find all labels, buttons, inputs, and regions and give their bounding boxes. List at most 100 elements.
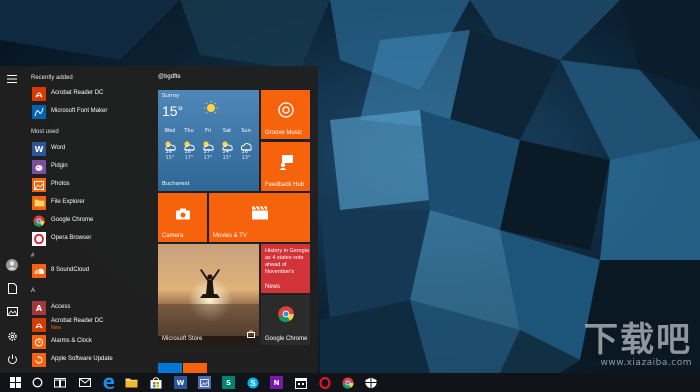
store-icon[interactable] bbox=[149, 376, 162, 389]
partly-cloudy-icon bbox=[160, 136, 180, 151]
app-item-acrobat-reader[interactable]: Acrobat Reader DC bbox=[30, 86, 150, 103]
news-headline: History in Georgia as 4 states vote ahea… bbox=[265, 248, 310, 275]
app-label: Opera Browser bbox=[51, 235, 92, 241]
forecast-low: 15° bbox=[222, 155, 232, 161]
tiles-panel: @bgdfte Sunny 15° Wed 26° 15° Thu 28° 17… bbox=[152, 66, 318, 373]
opera-icon[interactable] bbox=[318, 376, 331, 389]
watermark: 下载吧 www.xiazaiba.com bbox=[584, 322, 692, 368]
app-item-font-maker[interactable]: Microsoft Font Maker bbox=[30, 104, 150, 121]
app-item-opera[interactable]: Opera Browser bbox=[30, 231, 150, 248]
app-item-pidgin[interactable]: Pidgin bbox=[30, 159, 150, 176]
forecast-day-name: Wed bbox=[164, 128, 176, 134]
chrome-icon[interactable] bbox=[341, 376, 354, 389]
forecast-low: 15° bbox=[165, 155, 175, 161]
power-icon[interactable] bbox=[5, 354, 19, 368]
app-item-file-explorer[interactable]: File Explorer bbox=[30, 195, 150, 212]
weather-temperature: 15° bbox=[162, 103, 184, 119]
app-label: Google Chrome bbox=[51, 217, 94, 223]
app-label: Microsoft Font Maker bbox=[51, 108, 108, 114]
photos-icon[interactable] bbox=[198, 376, 211, 389]
pictures-icon[interactable] bbox=[5, 307, 19, 321]
forecast-day-name: Fri bbox=[205, 128, 211, 134]
file-explorer-icon[interactable] bbox=[125, 376, 138, 389]
tile-label: Google Chrome bbox=[265, 336, 308, 342]
new-badge: New bbox=[51, 325, 62, 331]
word-icon[interactable]: W bbox=[174, 376, 187, 389]
start-menu: Recently added Acrobat Reader DC Microso… bbox=[0, 66, 318, 373]
tile-groove-music[interactable]: Groove Music bbox=[261, 90, 310, 139]
app-item-photos[interactable]: Photos bbox=[30, 177, 150, 194]
hamburger-menu-icon[interactable] bbox=[5, 74, 19, 88]
app-item-google-chrome[interactable]: Google Chrome bbox=[30, 213, 150, 230]
font-maker-icon bbox=[32, 105, 46, 119]
yoga-sunset-image bbox=[158, 244, 259, 345]
tile-camera[interactable]: Camera bbox=[158, 193, 207, 242]
partly-cloudy-icon bbox=[198, 136, 218, 151]
feedback-hub-icon bbox=[278, 154, 294, 174]
forecast-low: 17° bbox=[203, 155, 213, 161]
forecast-day: Wed 26° 15° bbox=[160, 128, 180, 161]
apple-update-icon bbox=[32, 353, 46, 367]
app-item-apple-software-update[interactable]: Apple Software Update bbox=[30, 352, 150, 369]
app-label: Apple Software Update bbox=[51, 356, 113, 362]
documents-icon[interactable] bbox=[5, 283, 19, 297]
skype-icon[interactable]: S bbox=[246, 376, 259, 389]
tile-label: Groove Music bbox=[265, 130, 303, 136]
watermark-logo-text: 下载吧 bbox=[584, 320, 692, 360]
tile-weather[interactable]: Sunny 15° Wed 26° 15° Thu 28° 17° Fri 27… bbox=[158, 90, 259, 191]
tile-news[interactable]: History in Georgia as 4 states vote ahea… bbox=[261, 244, 310, 293]
sun-icon bbox=[203, 100, 225, 114]
forecast-day: Sun 26° 13° bbox=[236, 128, 256, 161]
tile-label: News bbox=[265, 284, 281, 290]
section-a[interactable]: A bbox=[31, 288, 35, 294]
tile-group-name[interactable]: @bgdfte bbox=[158, 74, 181, 80]
app-label: Pidgin bbox=[51, 163, 68, 169]
app-item-alarms-clock[interactable]: Alarms & Clock bbox=[30, 334, 150, 351]
acrobat-icon bbox=[32, 87, 46, 101]
tile-movies-tv[interactable]: Movies & TV bbox=[209, 193, 310, 242]
settings-gear-icon[interactable] bbox=[5, 331, 19, 345]
app-label: Acrobat Reader DC bbox=[51, 90, 104, 96]
section-hash[interactable]: # bbox=[31, 253, 34, 259]
app-item-acrobat-reader-new[interactable]: Acrobat Reader DC New bbox=[30, 317, 150, 334]
app-list[interactable]: Recently added Acrobat Reader DC Microso… bbox=[26, 66, 152, 373]
cortana-icon[interactable] bbox=[31, 376, 44, 389]
tile-microsoft-store[interactable]: Microsoft Store bbox=[158, 244, 259, 345]
app-label: Photos bbox=[51, 181, 70, 187]
onenote-icon[interactable]: N bbox=[270, 376, 283, 389]
tile-google-chrome[interactable]: Google Chrome bbox=[261, 295, 310, 345]
app-label: File Explorer bbox=[51, 199, 85, 205]
app-label: 8 SoundCloud bbox=[51, 267, 90, 273]
edge-icon[interactable] bbox=[102, 376, 115, 389]
tile-partial-orange[interactable] bbox=[183, 363, 207, 373]
tile-partial-blue[interactable] bbox=[158, 363, 182, 373]
word-icon: W bbox=[32, 142, 46, 156]
soundcloud-icon bbox=[32, 264, 46, 278]
weather-condition: Sunny bbox=[162, 93, 180, 99]
forecast-day: Thu 28° 17° bbox=[179, 128, 199, 161]
sway-icon[interactable]: S bbox=[222, 376, 235, 389]
tile-feedback-hub[interactable]: Feedback Hub bbox=[261, 142, 310, 191]
opera-icon bbox=[32, 232, 46, 246]
task-view-icon[interactable] bbox=[53, 376, 66, 389]
forecast-low: 13° bbox=[241, 155, 251, 161]
section-recently-added: Recently added bbox=[31, 75, 73, 81]
acrobat-icon bbox=[32, 318, 46, 332]
settings-icon[interactable] bbox=[364, 376, 377, 389]
forecast-day: Sat 24° 15° bbox=[217, 128, 237, 161]
app-item-soundcloud[interactable]: 8 SoundCloud bbox=[30, 263, 150, 280]
start-rail bbox=[0, 66, 24, 373]
user-avatar-icon[interactable] bbox=[5, 259, 19, 273]
app-item-word[interactable]: W Word bbox=[30, 141, 150, 158]
app-item-access[interactable]: A Access bbox=[30, 300, 150, 317]
shopping-bag-icon bbox=[247, 323, 255, 342]
tile-label: Feedback Hub bbox=[265, 182, 305, 188]
forecast-day-name: Sun bbox=[241, 128, 251, 134]
weather-city: Bucharest bbox=[162, 181, 190, 187]
start-icon[interactable] bbox=[9, 376, 22, 389]
app-label: Access bbox=[51, 304, 71, 310]
folder-icon bbox=[32, 196, 46, 210]
mail-icon[interactable] bbox=[78, 376, 91, 389]
partly-cloudy-icon bbox=[179, 136, 199, 151]
calendar-icon[interactable] bbox=[294, 376, 307, 389]
